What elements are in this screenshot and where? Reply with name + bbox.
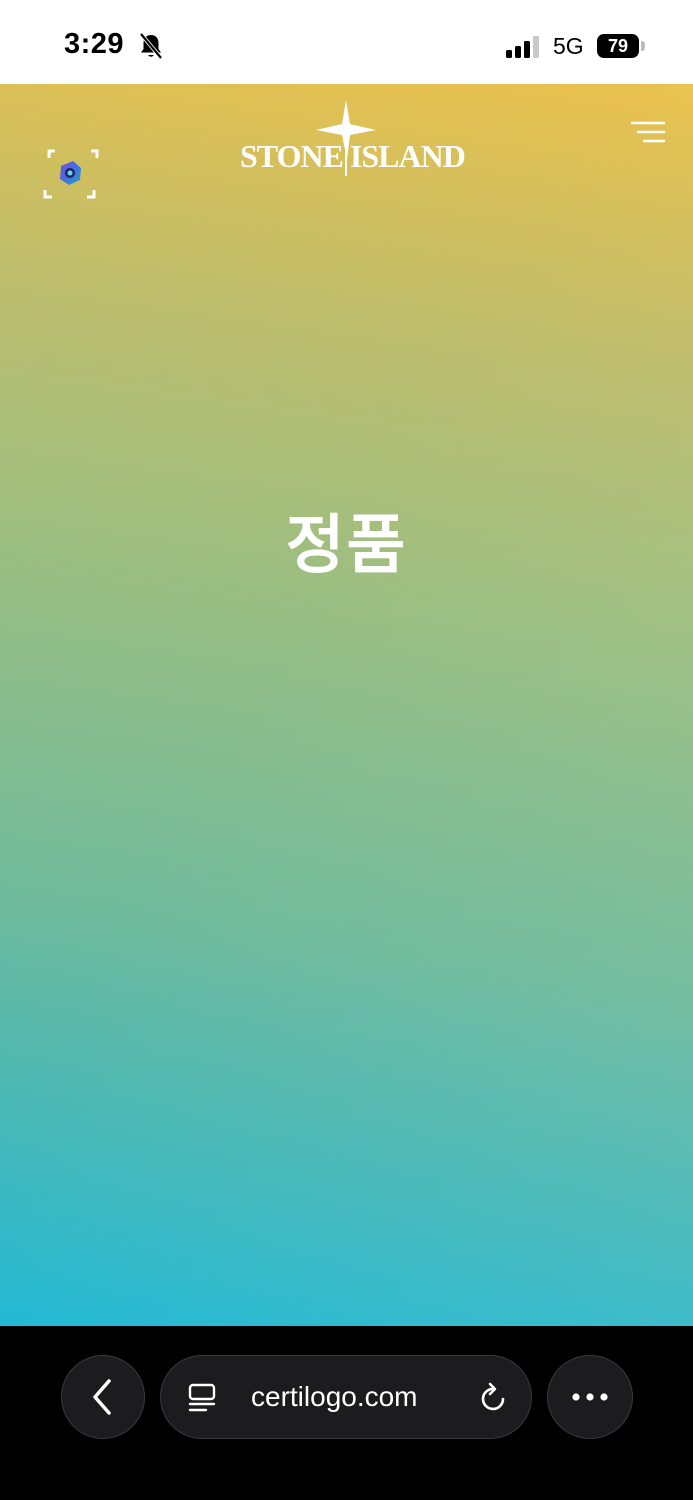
authenticity-result: 정품 <box>285 509 408 581</box>
scanner-button[interactable] <box>42 146 100 202</box>
network-type: 5G <box>553 33 584 59</box>
screen: 3:29 5G 79 STONE ISLAND 정품 certilogo.com <box>0 0 693 1500</box>
address-bar[interactable]: certilogo.com <box>160 1355 532 1439</box>
more-button[interactable] <box>547 1355 633 1439</box>
page-content: STONE ISLAND 정품 <box>0 84 693 1326</box>
brand-logo: STONE ISLAND <box>240 100 466 180</box>
chevron-left-icon <box>93 1379 111 1415</box>
battery-cap <box>641 41 645 51</box>
menu-icon <box>630 121 666 143</box>
url-text: certilogo.com <box>251 1381 418 1412</box>
status-time: 3:29 <box>64 28 125 60</box>
browser-toolbar: certilogo.com <box>0 1326 693 1500</box>
more-icon <box>572 1393 608 1401</box>
page-menu-icon[interactable] <box>187 1383 217 1413</box>
reload-icon[interactable] <box>479 1382 509 1414</box>
brand-name: STONE ISLAND <box>240 138 466 174</box>
battery-level: 79 <box>597 34 639 58</box>
menu-button[interactable] <box>628 120 668 148</box>
signal-strength-icon <box>506 36 539 58</box>
back-button[interactable] <box>61 1355 145 1439</box>
status-bar: 3:29 5G 79 <box>0 0 693 84</box>
scan-icon <box>43 149 99 199</box>
bell-slash-icon <box>139 32 163 60</box>
